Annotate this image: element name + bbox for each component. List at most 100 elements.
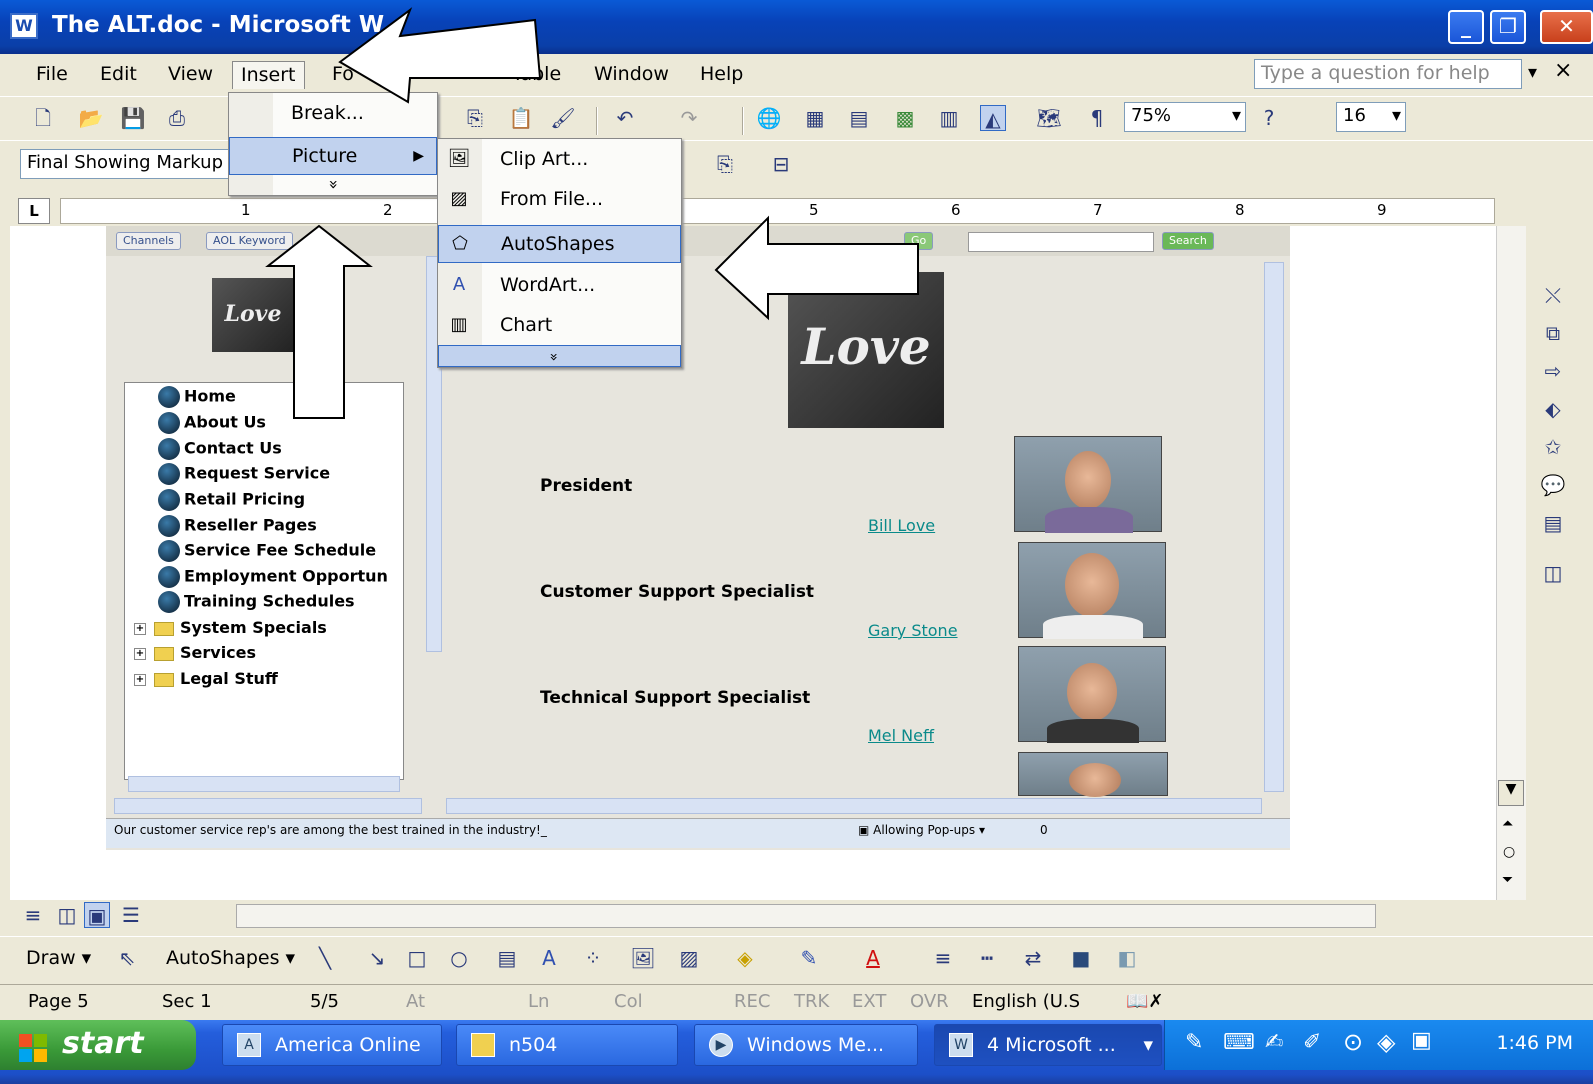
horizontal-scrollbar[interactable] (236, 904, 1376, 928)
font-size-combo[interactable]: 16 ▾ (1336, 102, 1406, 132)
help-icon[interactable]: ? (1256, 105, 1282, 131)
staff-name-link[interactable]: Bill Love (868, 516, 935, 535)
columns-icon[interactable]: ▥ (936, 105, 962, 131)
font-size-dropdown-arrow[interactable]: ▾ (1392, 105, 1401, 126)
content-vertical-scrollbar[interactable] (1264, 262, 1284, 792)
normal-view-icon[interactable]: ≡ (20, 902, 46, 928)
word-app-icon[interactable]: W (10, 13, 38, 39)
print-icon[interactable]: ⎙ (164, 105, 190, 131)
insert-wordart-icon[interactable]: A (536, 945, 562, 971)
menu-help[interactable]: Help (692, 61, 751, 89)
draw-menu-button[interactable]: Draw ▾ (26, 947, 91, 969)
save-icon[interactable]: 💾 (120, 105, 146, 131)
tray-aol-icon[interactable]: ▣ (1411, 1028, 1432, 1053)
status-rec[interactable]: REC (734, 991, 770, 1012)
nav-folder-system-specials[interactable]: + System Specials (134, 618, 327, 637)
menu-insert[interactable]: Insert (232, 61, 305, 89)
scroll-down-arrow-icon[interactable]: ▼ (1498, 780, 1524, 806)
minimize-button[interactable]: _ (1448, 10, 1484, 44)
select-browse-object-icon[interactable]: ○ (1503, 844, 1515, 860)
menu-item-picture[interactable]: Picture ▶ (229, 137, 437, 175)
close-document-button[interactable]: × (1554, 58, 1572, 83)
font-color-icon[interactable]: A (860, 945, 886, 971)
nav-employment[interactable]: Employment Opportun (158, 566, 388, 588)
menu-window[interactable]: Window (586, 61, 677, 89)
zoom-combo[interactable]: 75% ▾ (1124, 102, 1246, 132)
title-bar[interactable]: W The ALT.doc - Microsoft W _ ❐ ✕ (0, 0, 1593, 54)
line-style-icon[interactable]: ≡ (930, 945, 956, 971)
status-trk[interactable]: TRK (794, 991, 829, 1012)
redo-icon[interactable]: ↷ (676, 105, 702, 131)
help-question-input[interactable]: Type a question for help (1254, 59, 1522, 89)
channels-button[interactable]: Channels (116, 232, 181, 250)
3d-style-icon[interactable]: ◧ (1114, 945, 1140, 971)
print-layout-view-icon[interactable]: ▣ (84, 902, 110, 928)
arrow-style-icon[interactable]: ⇄ (1020, 945, 1046, 971)
autoshapes-menu-button[interactable]: AutoShapes ▾ (166, 947, 295, 969)
nav-home[interactable]: Home (158, 386, 236, 408)
tab-selector[interactable]: L (18, 198, 50, 224)
nav-folder-services[interactable]: + Services (134, 643, 256, 662)
tray-tool-icon[interactable]: ✐ (1303, 1030, 1321, 1055)
more-autoshapes-icon[interactable]: ◫ (1540, 560, 1566, 586)
stars-banners-icon[interactable]: ✩ (1540, 434, 1566, 460)
expand-icon[interactable]: + (134, 647, 146, 660)
rectangle-icon[interactable]: □ (404, 945, 430, 971)
paste-icon[interactable]: 📋 (508, 105, 534, 131)
line-icon[interactable]: ╲ (312, 945, 338, 971)
undo-icon[interactable]: ↶ (612, 105, 638, 131)
copy-icon[interactable]: ⎘ (462, 105, 488, 131)
dash-style-icon[interactable]: ┅ (974, 945, 1000, 971)
line-color-icon[interactable]: ✎ (796, 945, 822, 971)
shadow-style-icon[interactable]: ■ (1068, 945, 1094, 971)
close-button[interactable]: ✕ (1540, 10, 1593, 44)
arrow-icon[interactable]: ↘ (364, 945, 390, 971)
display-for-review-combo[interactable]: Final Showing Markup (20, 149, 240, 179)
task-windows-media[interactable]: ▶ Windows Me... (694, 1024, 918, 1066)
tray-handwriting-icon[interactable]: ✍ (1265, 1030, 1283, 1055)
expand-submenu-icon[interactable]: » (438, 345, 681, 367)
new-document-icon[interactable]: 🗋 (30, 105, 56, 131)
zoom-dropdown-arrow[interactable]: ▾ (1232, 105, 1241, 126)
insert-excel-icon[interactable]: ▩ (892, 105, 918, 131)
text-box-icon[interactable]: ▤ (494, 945, 520, 971)
menu-file[interactable]: File (28, 61, 76, 89)
maximize-button[interactable]: ❐ (1490, 10, 1526, 44)
frame-horizontal-scrollbar[interactable] (114, 798, 422, 814)
format-painter-icon[interactable]: 🖌 (550, 105, 576, 131)
tray-eye-icon[interactable]: ◈ (1377, 1028, 1395, 1056)
menu-view[interactable]: View (160, 61, 221, 89)
expand-menu-icon[interactable]: » (324, 180, 343, 190)
show-markup-icon[interactable]: ⎘ (712, 151, 738, 177)
task-n504[interactable]: n504 (456, 1024, 678, 1066)
content-horizontal-scrollbar[interactable] (446, 798, 1262, 814)
status-ext[interactable]: EXT (852, 991, 886, 1012)
menu-item-chart[interactable]: ▥ Chart (438, 307, 681, 345)
drawing-toolbar-icon[interactable]: ◭ (980, 105, 1006, 131)
nav-folder-legal-stuff[interactable]: + Legal Stuff (134, 669, 278, 688)
reviewing-pane-icon[interactable]: ⊟ (768, 151, 794, 177)
nav-contact-us[interactable]: Contact Us (158, 438, 282, 460)
nav-reseller-pages[interactable]: Reseller Pages (158, 515, 317, 537)
more-autoshapes-icon[interactable]: ▤ (1540, 510, 1566, 536)
nav-service-fee-schedule[interactable]: Service Fee Schedule (158, 540, 376, 562)
hyperlink-globe-icon[interactable]: 🌐 (756, 105, 782, 131)
nav-horizontal-scrollbar[interactable] (128, 776, 400, 792)
block-arrows-icon[interactable]: ⇨ (1540, 358, 1566, 384)
nav-about-us[interactable]: About Us (158, 412, 266, 434)
connector-icon[interactable]: ⤬ (1540, 282, 1566, 308)
menu-item-from-file[interactable]: ▨ From File... (438, 181, 681, 219)
nav-retail-pricing[interactable]: Retail Pricing (158, 489, 305, 511)
taskbar-clock[interactable]: 1:46 PM (1496, 1032, 1573, 1054)
search-input[interactable] (968, 232, 1154, 252)
web-layout-view-icon[interactable]: ◫ (54, 902, 80, 928)
insert-picture-icon[interactable]: ▨ (676, 945, 702, 971)
tray-back-icon[interactable]: ⊙ (1343, 1028, 1363, 1056)
menu-item-wordart[interactable]: A WordArt... (438, 267, 681, 305)
tables-borders-icon[interactable]: ▦ (802, 105, 828, 131)
staff-name-link[interactable]: Mel Neff (868, 726, 934, 745)
open-folder-icon[interactable]: 📂 (78, 105, 104, 131)
status-ovr[interactable]: OVR (910, 991, 949, 1012)
select-objects-icon[interactable]: ⇖ (114, 945, 140, 971)
nav-training-schedules[interactable]: Training Schedules (158, 591, 355, 613)
